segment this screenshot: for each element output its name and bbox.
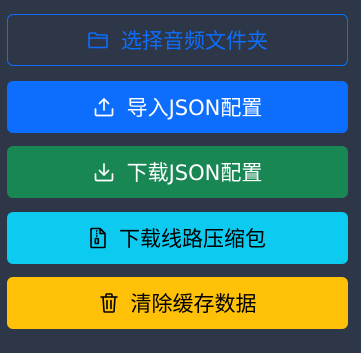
download-icon xyxy=(93,161,115,183)
download-route-zip-label: 下载线路压缩包 xyxy=(119,227,266,251)
upload-icon xyxy=(93,96,115,118)
trash-icon xyxy=(99,292,119,314)
select-audio-folder-button[interactable]: 选择音频文件夹 xyxy=(7,14,348,66)
download-json-label: 下载JSON配置 xyxy=(126,161,263,185)
import-json-button[interactable]: 导入JSON配置 xyxy=(7,81,348,133)
download-json-button[interactable]: 下载JSON配置 xyxy=(7,146,348,198)
file-zip-icon xyxy=(89,227,107,249)
select-audio-folder-label: 选择音频文件夹 xyxy=(121,29,268,53)
import-json-label: 导入JSON配置 xyxy=(126,96,263,120)
clear-cache-label: 清除缓存数据 xyxy=(130,292,257,316)
action-panel: 选择音频文件夹 导入JSON配置 下载JSON配置 下载线路压缩包 清除缓存数据 xyxy=(0,0,361,353)
clear-cache-button[interactable]: 清除缓存数据 xyxy=(7,277,348,329)
folder-icon xyxy=(87,30,109,50)
download-route-zip-button[interactable]: 下载线路压缩包 xyxy=(7,212,348,264)
